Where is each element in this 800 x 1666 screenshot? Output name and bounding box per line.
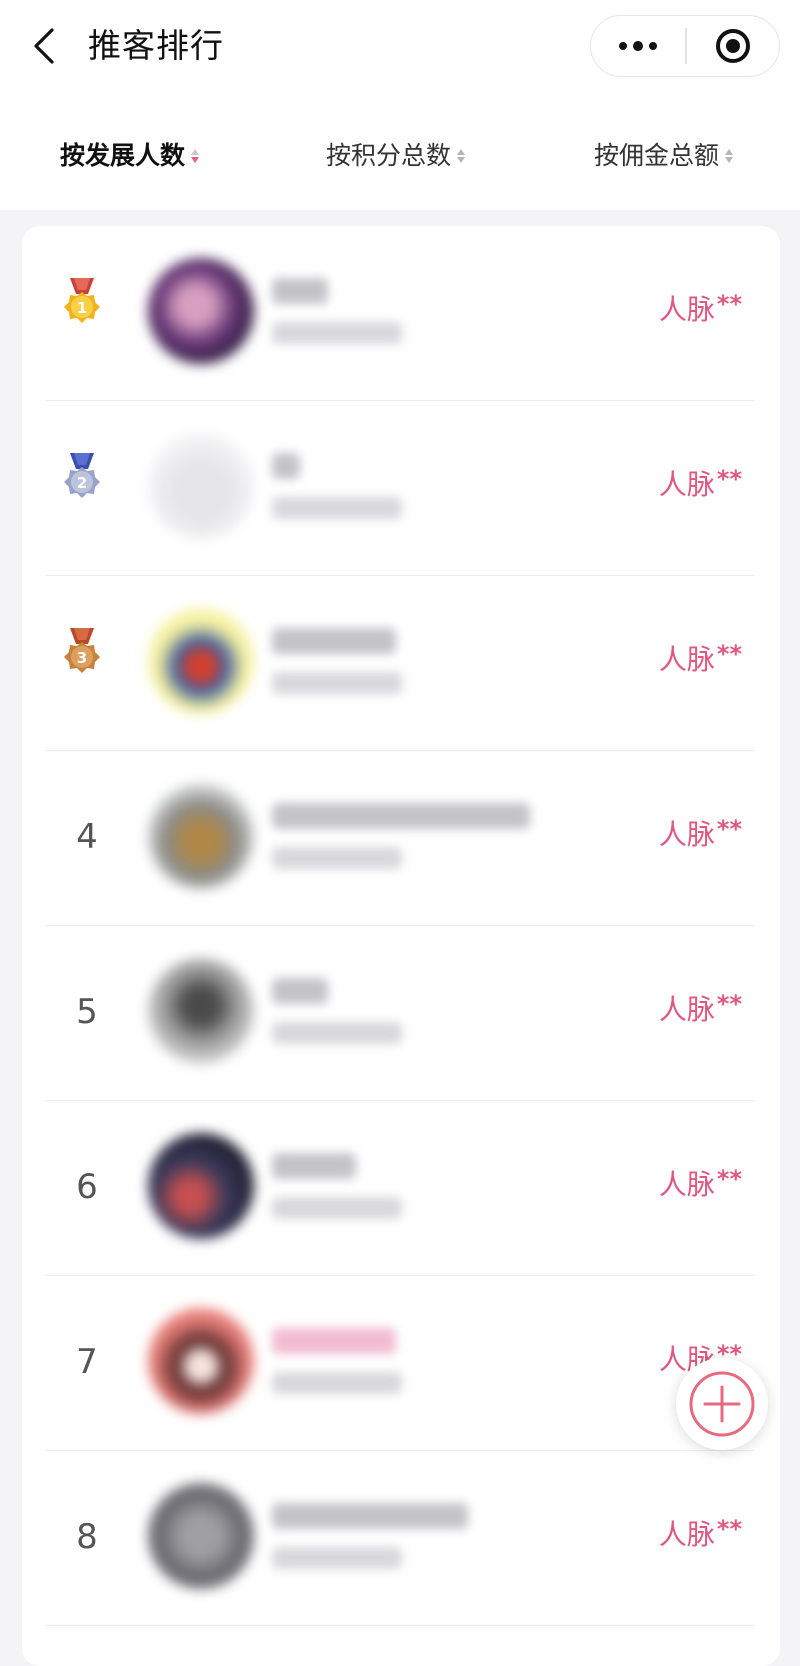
- back-button[interactable]: [28, 26, 60, 66]
- sort-arrows-icon: [725, 149, 734, 163]
- ranking-row[interactable]: 5 人脉 **: [46, 926, 754, 1101]
- target-circle-icon: [715, 29, 750, 63]
- rank-number: 7: [76, 1342, 98, 1382]
- contact-mask: **: [716, 815, 742, 843]
- user-name-redacted: [272, 978, 328, 1004]
- sort-arrows-icon: [191, 149, 200, 163]
- contact-mask: **: [716, 990, 742, 1018]
- floating-add-button[interactable]: [676, 1358, 768, 1450]
- tab-label: 按发展人数: [60, 141, 186, 170]
- sort-tabs: 按发展人数 按积分总数 按佣金总额: [0, 95, 800, 210]
- contact-label: 人脉: [658, 818, 715, 851]
- contact-mask: **: [716, 640, 742, 668]
- user-name-redacted: [272, 628, 396, 654]
- ranking-row[interactable]: 3 人脉 **: [46, 576, 754, 751]
- gold-medal-icon: 1: [64, 278, 100, 323]
- user-name-redacted: [272, 1328, 396, 1354]
- tab-sort-by-points[interactable]: 按积分总数: [326, 140, 466, 172]
- contact-label: 人脉: [658, 993, 715, 1026]
- contact-mask: **: [716, 1515, 742, 1543]
- close-mini-program-button[interactable]: [687, 16, 780, 76]
- contact-info[interactable]: 人脉 **: [659, 467, 742, 503]
- bronze-medal-icon: 3: [64, 628, 100, 673]
- contact-label: 人脉: [658, 1168, 715, 1201]
- user-id-redacted: [272, 672, 402, 694]
- user-name-redacted: [272, 453, 300, 479]
- mini-program-capsule: [590, 15, 780, 77]
- contact-info[interactable]: 人脉 **: [659, 642, 742, 678]
- avatar[interactable]: [148, 433, 254, 539]
- contact-mask: **: [716, 290, 742, 318]
- contact-info[interactable]: 人脉 **: [659, 1517, 742, 1553]
- user-id-redacted: [272, 322, 402, 344]
- rank-number: 5: [76, 992, 98, 1032]
- tab-sort-by-commission[interactable]: 按佣金总额: [594, 140, 734, 172]
- rank-number: 8: [76, 1517, 98, 1557]
- contact-label: 人脉: [658, 643, 715, 676]
- user-id-redacted: [272, 1547, 402, 1569]
- silver-medal-icon: 2: [64, 453, 100, 498]
- avatar[interactable]: [148, 958, 254, 1064]
- svg-text:2: 2: [77, 474, 87, 492]
- user-id-redacted: [272, 847, 402, 869]
- contact-info[interactable]: 人脉 **: [659, 817, 742, 853]
- avatar[interactable]: [148, 258, 254, 364]
- avatar[interactable]: [148, 1308, 254, 1414]
- user-id-redacted: [272, 1197, 402, 1219]
- avatar[interactable]: [148, 608, 254, 714]
- ranking-row[interactable]: 6 人脉 **: [46, 1101, 754, 1276]
- contact-label: 人脉: [658, 293, 715, 326]
- avatar[interactable]: [148, 1133, 254, 1239]
- svg-text:3: 3: [77, 649, 87, 667]
- ranking-row[interactable]: 4 人脉 **: [46, 751, 754, 926]
- user-name-redacted: [272, 803, 530, 829]
- avatar[interactable]: [148, 1483, 254, 1589]
- user-id-redacted: [272, 497, 402, 519]
- rank-number: 6: [76, 1167, 98, 1207]
- rank-number: 4: [76, 817, 98, 857]
- user-id-redacted: [272, 1372, 402, 1394]
- sort-arrows-icon: [457, 149, 466, 163]
- top-nav-bar: 推客排行: [0, 0, 800, 95]
- page-title: 推客排行: [88, 26, 224, 65]
- user-name-redacted: [272, 278, 328, 304]
- ranking-list: 1 人脉 ** 2 人脉 ** 3 人脉 ** 4 人脉 ** 5 人脉 ** …: [22, 226, 780, 1666]
- chevron-left-icon: [34, 28, 54, 64]
- user-id-redacted: [272, 1022, 402, 1044]
- plus-circle-icon: [689, 1371, 755, 1437]
- user-name-redacted: [272, 1503, 468, 1529]
- avatar[interactable]: [148, 783, 254, 889]
- contact-mask: **: [716, 1165, 742, 1193]
- tab-label: 按积分总数: [326, 141, 452, 170]
- ranking-row[interactable]: 1 人脉 **: [46, 226, 754, 401]
- tab-label: 按佣金总额: [594, 141, 720, 170]
- contact-mask: **: [716, 465, 742, 493]
- contact-label: 人脉: [658, 468, 715, 501]
- contact-info[interactable]: 人脉 **: [659, 292, 742, 328]
- ranking-row[interactable]: 2 人脉 **: [46, 401, 754, 576]
- tab-sort-by-recruits[interactable]: 按发展人数: [60, 140, 200, 172]
- contact-label: 人脉: [658, 1518, 715, 1551]
- ranking-row[interactable]: 7 人脉 **: [46, 1276, 754, 1451]
- svg-text:1: 1: [77, 299, 87, 317]
- contact-info[interactable]: 人脉 **: [659, 1167, 742, 1203]
- user-name-redacted: [272, 1153, 356, 1179]
- contact-info[interactable]: 人脉 **: [659, 992, 742, 1028]
- more-dots-icon: [619, 42, 627, 50]
- ranking-row[interactable]: 8 人脉 **: [46, 1451, 754, 1626]
- more-button[interactable]: [591, 16, 685, 76]
